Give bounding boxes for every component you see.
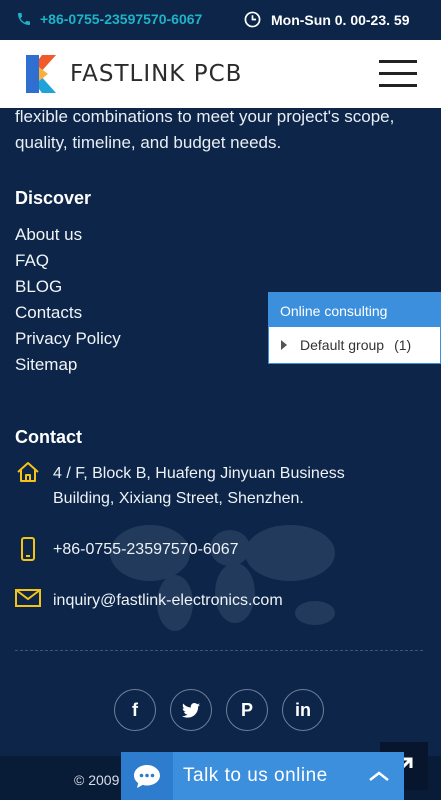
world-map-decoration	[110, 525, 335, 631]
footer-section: flexible combinations to meet your proje…	[0, 108, 441, 800]
mobile-phone-icon	[21, 537, 35, 561]
chat-widget-bar[interactable]: Talk to us online	[121, 752, 404, 800]
consulting-title[interactable]: Online consulting	[269, 293, 440, 327]
group-label: Default group	[300, 337, 385, 353]
clock-icon	[244, 11, 261, 28]
logo-text: FASTLINK PCB	[70, 61, 243, 87]
contact-heading: Contact	[15, 427, 82, 447]
expand-triangle-icon	[281, 340, 287, 350]
linkedin-icon[interactable]: in	[282, 689, 324, 731]
phone-icon	[18, 13, 30, 25]
menu-button[interactable]	[379, 60, 417, 88]
menu-bar	[379, 84, 417, 87]
divider	[15, 650, 423, 651]
link-blog[interactable]: BLOG	[15, 274, 121, 300]
twitter-icon[interactable]	[170, 689, 212, 731]
email-text: inquiry@fastlink-electronics.com	[53, 592, 283, 609]
facebook-icon[interactable]: f	[114, 689, 156, 731]
contact-phone[interactable]: +86-0755-23597570-6067	[15, 537, 383, 562]
chevron-up-icon	[369, 771, 389, 781]
pinterest-icon[interactable]: P	[226, 689, 268, 731]
chat-bubble-icon	[121, 752, 173, 800]
twitter-bird-icon	[182, 702, 200, 718]
top-phone[interactable]: +86-0755-23597570-6067	[16, 11, 202, 27]
link-faq[interactable]: FAQ	[15, 248, 121, 274]
top-phone-text: +86-0755-23597570-6067	[40, 11, 203, 27]
link-contacts[interactable]: Contacts	[15, 300, 121, 326]
consulting-group[interactable]: Default group (1)	[269, 327, 440, 363]
logo-mark-icon	[26, 55, 56, 93]
intro-text: flexible combinations to meet your proje…	[15, 108, 395, 152]
discover-links: About us FAQ BLOG Contacts Privacy Polic…	[15, 222, 121, 378]
contact-email[interactable]: inquiry@fastlink-electronics.com	[15, 588, 383, 613]
home-icon	[17, 462, 39, 482]
top-bar: +86-0755-23597570-6067 Mon-Sun 0. 00-23.…	[0, 0, 441, 40]
logo[interactable]: FASTLINK PCB	[22, 53, 242, 95]
link-privacy-policy[interactable]: Privacy Policy	[15, 326, 121, 352]
contact-address: 4 / F, Block B, Huafeng Jinyuan Business…	[15, 461, 383, 511]
phone-text: +86-0755-23597570-6067	[53, 541, 239, 558]
social-links: f P in	[114, 689, 338, 731]
address-text: 4 / F, Block B, Huafeng Jinyuan Business…	[53, 465, 345, 507]
header: FASTLINK PCB	[0, 40, 441, 108]
group-count: (1)	[394, 337, 412, 353]
menu-bar	[379, 60, 417, 63]
link-about-us[interactable]: About us	[15, 222, 121, 248]
online-consulting-popup: Online consulting Default group (1)	[268, 292, 441, 364]
copyright-text: © 2009	[74, 772, 120, 788]
link-sitemap[interactable]: Sitemap	[15, 352, 121, 378]
menu-bar	[379, 72, 417, 75]
top-hours-text: Mon-Sun 0. 00-23. 59	[271, 11, 410, 28]
chat-label: Talk to us online	[183, 765, 328, 786]
mail-icon	[15, 589, 41, 607]
discover-heading: Discover	[15, 188, 92, 208]
top-hours: Mon-Sun 0. 00-23. 59	[244, 11, 409, 28]
